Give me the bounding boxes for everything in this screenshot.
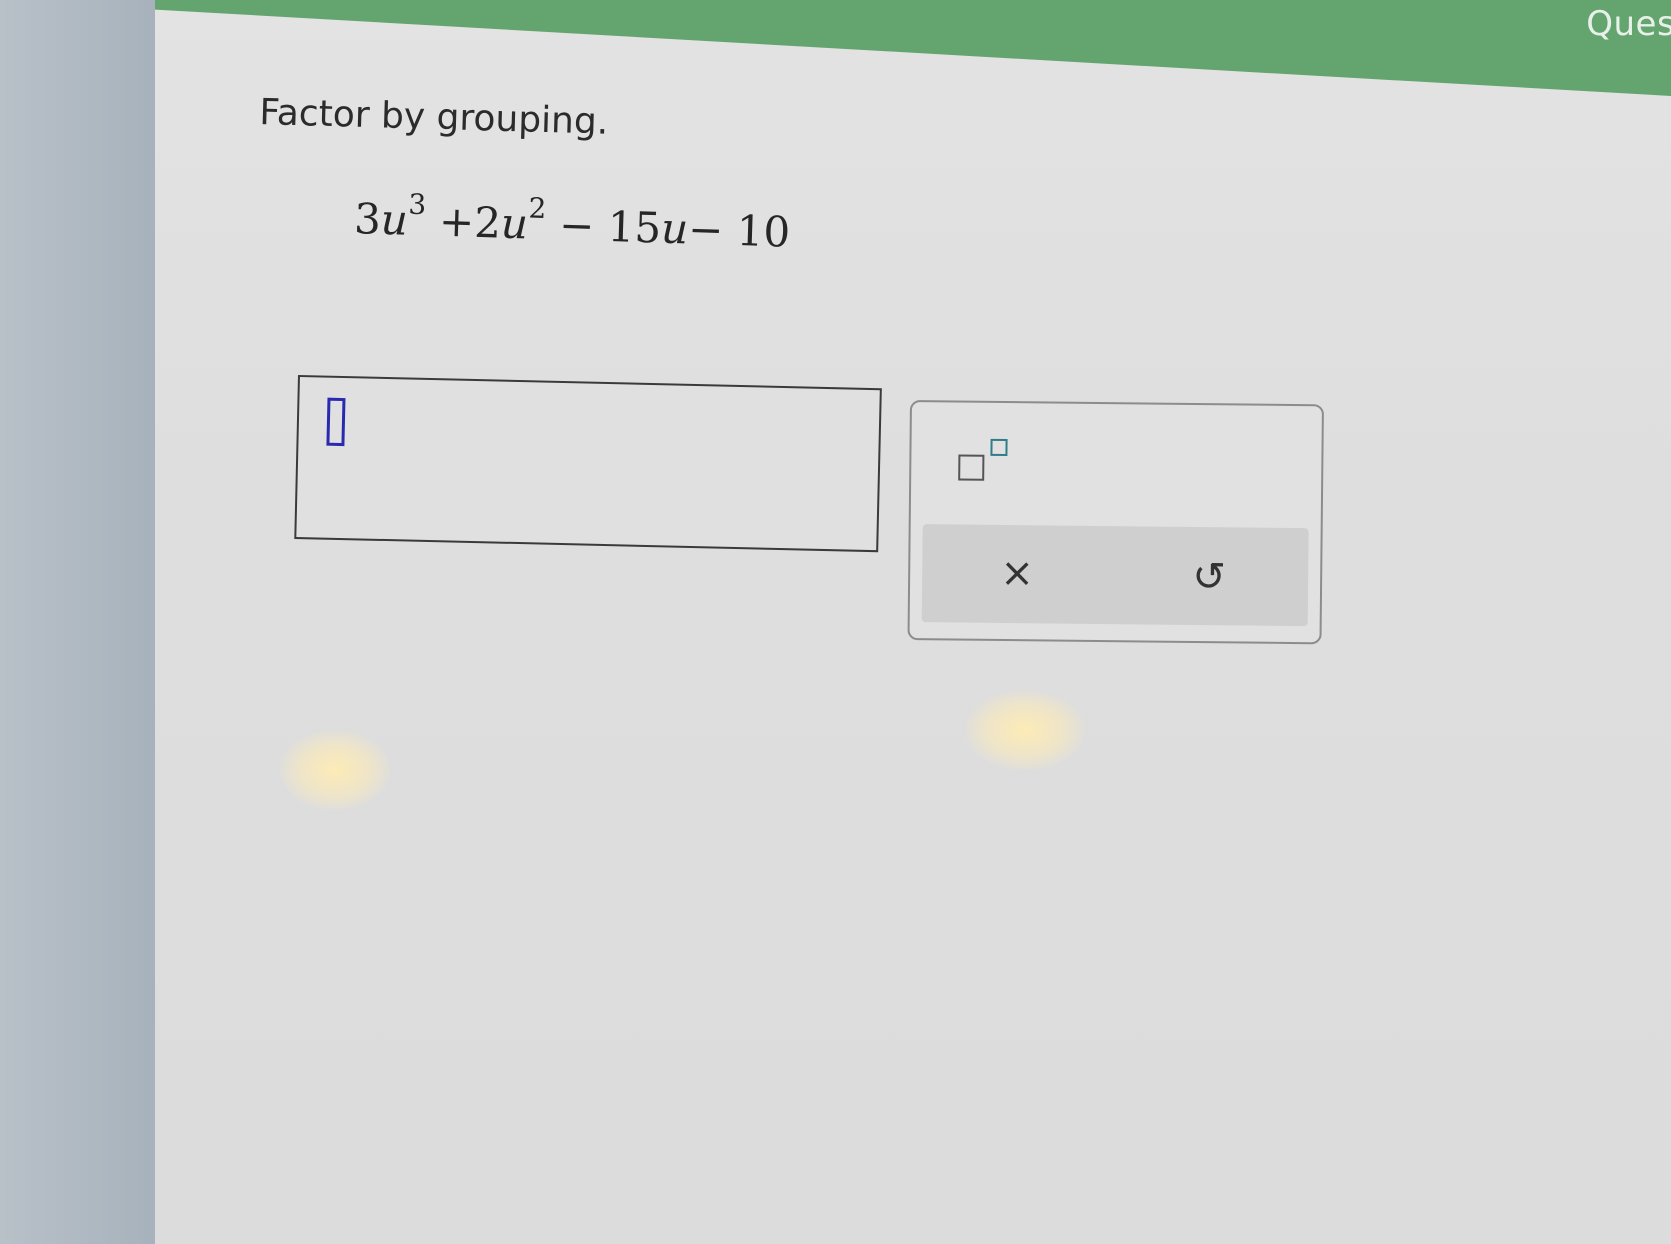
close-icon: × <box>1000 549 1035 597</box>
keypad-action-row: × ↺ <box>921 524 1309 627</box>
term1-exponent: 3 <box>407 187 427 222</box>
screen: Quest Factor by grouping. 3u3 +2u2 − 15u… <box>155 0 1671 1244</box>
operator-plus: + <box>424 196 476 247</box>
question-prompt: Factor by grouping. <box>258 92 609 143</box>
term2-variable: u <box>500 198 529 249</box>
term4-constant: 10 <box>735 206 791 257</box>
term1-variable: u <box>380 194 409 245</box>
math-keypad: × ↺ <box>907 400 1324 645</box>
screen-glare-right <box>965 690 1085 770</box>
term2-coefficient: 2 <box>473 197 502 248</box>
term1-coefficient: 3 <box>353 193 382 244</box>
polynomial-expression: 3u3 +2u2 − 15u− 10 <box>353 188 791 257</box>
operator-minus-2: − <box>687 204 738 255</box>
term2-exponent: 2 <box>528 191 547 226</box>
exponent-power-box <box>990 438 1008 457</box>
monitor-bezel <box>0 0 160 1244</box>
term3-variable: u <box>660 203 689 254</box>
undo-button[interactable]: ↺ <box>1174 545 1245 610</box>
operator-minus: − <box>545 200 609 251</box>
term3-coefficient: 15 <box>606 201 662 253</box>
input-cursor-placeholder <box>326 397 346 447</box>
screen-glare-left <box>280 730 390 810</box>
header-bar: Quest <box>155 0 1671 96</box>
answer-input[interactable] <box>294 375 882 553</box>
exponent-button[interactable] <box>953 432 1024 493</box>
undo-icon: ↺ <box>1192 553 1227 601</box>
question-tab[interactable]: Quest <box>1586 4 1671 44</box>
exponent-base-box <box>958 454 985 481</box>
clear-button[interactable]: × <box>982 541 1053 606</box>
